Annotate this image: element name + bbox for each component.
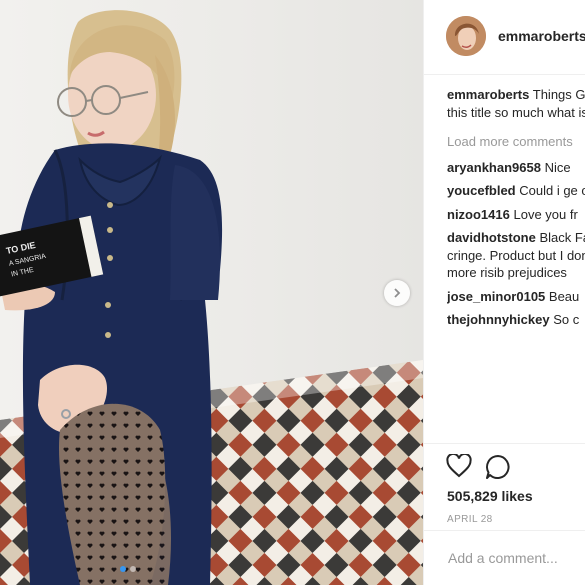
comment-bubble-icon[interactable] [485, 454, 511, 480]
caption-username[interactable]: emmaroberts [447, 87, 529, 102]
comment-text: Nice [544, 159, 571, 175]
post-date: APRIL 28 [447, 514, 493, 525]
comment-text: So c [553, 312, 580, 327]
comment-username[interactable]: aryankhan9658 [447, 160, 541, 175]
comment-item: thejohnnyhickey So c [447, 311, 585, 329]
comment-username[interactable]: thejohnnyhickey [447, 312, 550, 327]
carousel-dot-active [120, 566, 126, 572]
photo-scene: TO DIE A SANGRIA IN THE [0, 10, 423, 585]
comment-item: youcefbled Could i ge or [447, 182, 585, 200]
comment-text: Beau [548, 288, 580, 304]
comment-username[interactable]: nizoo1416 [447, 207, 510, 222]
post-photo[interactable]: TO DIE A SANGRIA IN THE [0, 0, 423, 585]
carousel-indicator [120, 566, 136, 572]
next-photo-button[interactable] [384, 280, 410, 306]
heart-icon[interactable] [446, 454, 472, 478]
comments-list: emmaroberts Things Goth In The Country &… [447, 86, 585, 443]
add-comment-bar [424, 530, 585, 585]
post-caption: emmaroberts Things Goth In The Country &… [447, 86, 585, 121]
comment-username[interactable]: jose_minor0105 [447, 289, 545, 304]
avatar[interactable] [446, 16, 486, 56]
post-header: emmaroberts [424, 0, 585, 75]
comment-text: Love you fr [513, 206, 578, 222]
carousel-dot [130, 566, 136, 572]
post-sidebar: emmaroberts emmaroberts Things Goth In T… [423, 0, 585, 585]
load-more-comments-button[interactable]: Load more comments [447, 133, 585, 151]
comment-item: nizoo1416 Love you fr [447, 206, 585, 224]
likes-count[interactable]: 505,829 likes [447, 488, 533, 504]
caption-prefix: Things [532, 87, 572, 102]
add-comment-input[interactable] [446, 549, 585, 567]
comment-item: jose_minor0105 Beau [447, 288, 585, 306]
comment-text: Could i ge or [519, 183, 585, 198]
comment-item: aryankhan9658 Nice [447, 159, 585, 177]
comment-username[interactable]: davidhotstone [447, 230, 536, 245]
header-username[interactable]: emmaroberts [498, 28, 585, 44]
comment-item: davidhotstone Black Falcon. Mostly it's … [447, 229, 585, 282]
comment-username[interactable]: youcefbled [447, 183, 516, 198]
chevron-right-icon [394, 288, 401, 298]
avatar-image [446, 16, 486, 56]
